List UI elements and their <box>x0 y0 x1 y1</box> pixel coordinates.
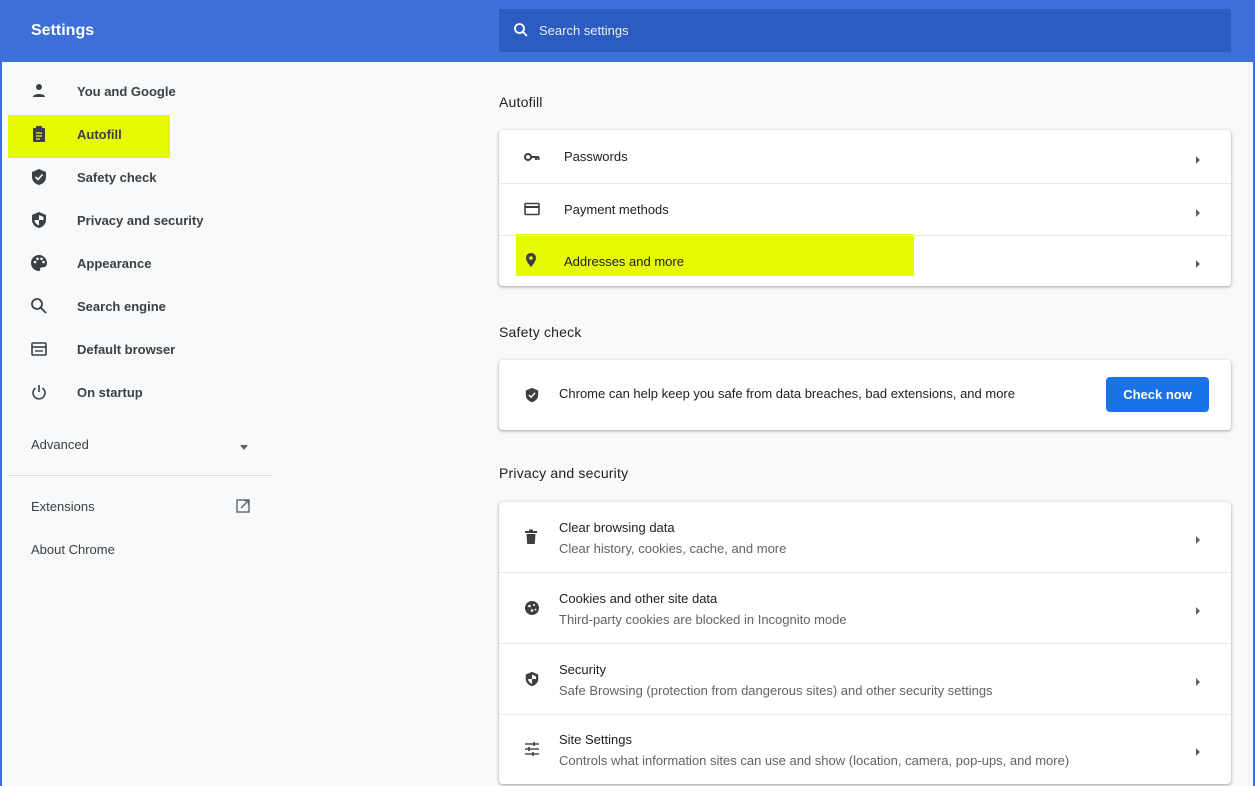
chevron-right-icon <box>1195 256 1201 274</box>
row-title: Site Settings <box>559 732 632 747</box>
row-subtitle: Third-party cookies are blocked in Incog… <box>559 612 847 627</box>
shield-check-icon <box>30 168 48 186</box>
section-title-autofill: Autofill <box>499 94 543 110</box>
location-pin-icon <box>524 252 538 273</box>
sidebar-item-default-browser[interactable]: Default browser <box>8 331 278 367</box>
credit-card-icon <box>524 202 540 221</box>
top-bar: Settings <box>0 0 1255 62</box>
privacy-row-security[interactable]: Security Safe Browsing (protection from … <box>499 644 1231 714</box>
sidebar: You and Google Autofill Safety check Pri… <box>0 62 280 786</box>
sidebar-item-label: Search engine <box>77 298 166 314</box>
chevron-right-icon <box>1195 744 1201 762</box>
privacy-row-cookies[interactable]: Cookies and other site data Third-party … <box>499 573 1231 643</box>
power-icon <box>30 383 48 401</box>
key-icon <box>524 150 540 169</box>
sidebar-item-safety-check[interactable]: Safety check <box>8 159 278 195</box>
shield-half-icon <box>524 671 540 692</box>
row-label: Payment methods <box>564 202 669 217</box>
privacy-row-site-settings[interactable]: Site Settings Controls what information … <box>499 715 1231 784</box>
safety-check-card: Chrome can help keep you safe from data … <box>499 360 1231 430</box>
sidebar-item-label: On startup <box>77 384 143 400</box>
extensions-link[interactable]: Extensions <box>31 499 95 514</box>
search-box[interactable] <box>499 9 1231 52</box>
safety-check-description: Chrome can help keep you safe from data … <box>559 386 1015 401</box>
section-title-privacy: Privacy and security <box>499 465 629 481</box>
person-icon <box>30 82 48 100</box>
row-label: Addresses and more <box>564 254 684 269</box>
chevron-right-icon <box>1195 603 1201 621</box>
sidebar-item-privacy[interactable]: Privacy and security <box>8 202 278 238</box>
chevron-down-icon <box>239 440 249 455</box>
row-title: Clear browsing data <box>559 520 675 535</box>
palette-icon <box>30 254 48 272</box>
sidebar-item-autofill[interactable]: Autofill <box>8 116 278 152</box>
shield-half-icon <box>30 211 48 229</box>
section-title-safety-check: Safety check <box>499 324 582 340</box>
sidebar-item-on-startup[interactable]: On startup <box>8 374 278 410</box>
sliders-icon <box>524 741 540 762</box>
autofill-row-passwords[interactable]: Passwords <box>499 130 1231 183</box>
clipboard-icon <box>30 125 48 143</box>
sidebar-item-label: Default browser <box>77 341 176 357</box>
trash-icon <box>524 529 538 550</box>
autofill-row-payment[interactable]: Payment methods <box>499 184 1231 235</box>
row-subtitle: Controls what information sites can use … <box>559 753 1070 768</box>
chevron-right-icon <box>1195 152 1201 170</box>
sidebar-item-label: Privacy and security <box>77 212 204 228</box>
privacy-row-clear-browsing-data[interactable]: Clear browsing data Clear history, cooki… <box>499 502 1231 572</box>
autofill-card: Passwords Payment methods Addresses and … <box>499 130 1231 286</box>
search-icon <box>513 22 529 43</box>
sidebar-item-label: Autofill <box>77 126 122 142</box>
sidebar-item-label: You and Google <box>77 83 176 99</box>
autofill-row-addresses[interactable]: Addresses and more <box>499 236 1231 286</box>
row-title: Security <box>559 662 606 677</box>
advanced-toggle[interactable]: Advanced <box>31 437 256 457</box>
row-subtitle: Safe Browsing (protection from dangerous… <box>559 683 993 698</box>
shield-check-icon <box>524 387 540 408</box>
check-now-button[interactable]: Check now <box>1106 377 1209 412</box>
chevron-right-icon <box>1195 674 1201 692</box>
privacy-card: Clear browsing data Clear history, cooki… <box>499 502 1231 784</box>
advanced-label: Advanced <box>31 437 89 452</box>
row-title: Cookies and other site data <box>559 591 718 606</box>
search-icon <box>30 297 48 315</box>
sidebar-item-label: Appearance <box>77 255 152 271</box>
sidebar-item-search-engine[interactable]: Search engine <box>8 288 278 324</box>
cookie-icon <box>524 600 540 621</box>
about-chrome-link[interactable]: About Chrome <box>31 542 115 557</box>
browser-window-icon <box>30 340 48 358</box>
search-input[interactable] <box>539 9 1219 52</box>
sidebar-item-label: Safety check <box>77 169 157 185</box>
sidebar-item-you-and-google[interactable]: You and Google <box>8 73 278 109</box>
row-subtitle: Clear history, cookies, cache, and more <box>559 541 787 556</box>
page-title: Settings <box>31 22 95 39</box>
row-label: Passwords <box>564 149 628 164</box>
chevron-right-icon <box>1195 205 1201 223</box>
chevron-right-icon <box>1195 532 1201 550</box>
sidebar-item-appearance[interactable]: Appearance <box>8 245 278 281</box>
sidebar-divider <box>8 475 273 476</box>
open-in-new-icon[interactable] <box>236 499 250 518</box>
